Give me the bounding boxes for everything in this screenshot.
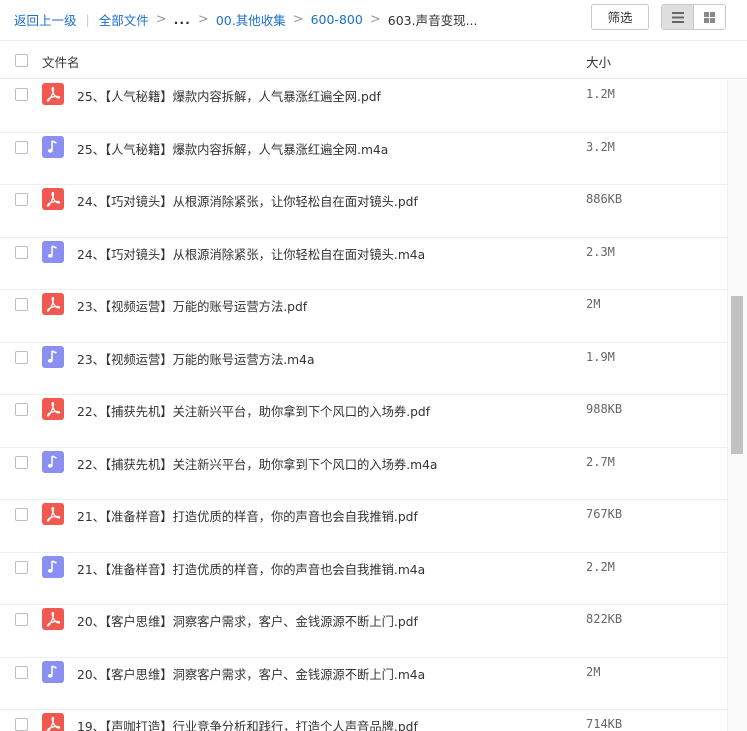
pdf-file-icon: [42, 293, 64, 315]
breadcrumb-item[interactable]: 600-800: [311, 12, 363, 27]
file-row[interactable]: 23、【视频运营】万能的账号运营方法.pdf 2M: [0, 290, 727, 343]
row-checkbox[interactable]: [15, 88, 28, 101]
file-name[interactable]: 25、【人气秘籍】爆款内容拆解，人气暴涨红遍全网.pdf: [77, 87, 381, 105]
row-checkbox[interactable]: [15, 140, 28, 154]
file-list: 25、【人气秘籍】爆款内容拆解，人气暴涨红遍全网.pdf 1.2M 25、【人气秘籍…: [0, 80, 727, 731]
file-size: 822KB: [586, 612, 623, 626]
audio-file-icon: [42, 345, 64, 368]
breadcrumb-current: 603.声音变现...: [387, 13, 478, 28]
file-size: 2M: [586, 297, 601, 311]
scrollbar-thumb[interactable]: [731, 296, 743, 454]
row-checkbox[interactable]: [15, 508, 28, 521]
file-row[interactable]: 25、【人气秘籍】爆款内容拆解，人气暴涨红遍全网.pdf 1.2M: [0, 80, 727, 133]
row-checkbox[interactable]: [15, 245, 28, 259]
file-row[interactable]: 25、【人气秘籍】爆款内容拆解，人气暴涨红遍全网.m4a 3.2M: [0, 133, 727, 185]
pdf-file-icon: [42, 713, 64, 731]
file-size: 988KB: [586, 402, 623, 416]
file-name[interactable]: 22、【捕获先机】关注新兴平台，助你拿到下个风口的入场券.pdf: [77, 402, 430, 420]
audio-file-icon: [42, 555, 64, 578]
pdf-file-icon: [42, 188, 64, 210]
file-size: 2.3M: [586, 244, 615, 259]
back-link[interactable]: 返回上一级: [14, 10, 77, 29]
breadcrumb-item[interactable]: 00.其他收集: [216, 10, 286, 29]
file-row[interactable]: 24、【巧对镜头】从根源消除紧张，让你轻松自在面对镜头.m4a 2.3M: [0, 238, 727, 290]
audio-file-icon: [42, 135, 64, 158]
file-row[interactable]: 22、【捕获先机】关注新兴平台，助你拿到下个风口的入场券.m4a 2.7M: [0, 448, 727, 500]
breadcrumb-ellipsis[interactable]: ...: [174, 12, 191, 27]
file-size: 1.9M: [586, 349, 615, 364]
pdf-file-icon: [42, 398, 64, 420]
column-header-name[interactable]: 文件名: [42, 52, 80, 71]
row-checkbox[interactable]: [15, 560, 28, 574]
chevron-right-icon: >: [197, 12, 209, 27]
list-view-button[interactable]: [662, 5, 693, 29]
row-checkbox[interactable]: [15, 613, 28, 626]
file-size: 886KB: [586, 192, 623, 206]
column-header-size[interactable]: 大小: [586, 52, 611, 71]
top-toolbar: 返回上一级 | 全部文件 > ... > 00.其他收集 > 600-800 >…: [0, 0, 747, 38]
file-name[interactable]: 23、【视频运营】万能的账号运营方法.pdf: [77, 297, 307, 315]
view-toggle: [661, 4, 726, 30]
audio-file-icon: [42, 240, 64, 263]
chevron-right-icon: >: [292, 12, 304, 27]
grid-view-icon: [704, 11, 715, 23]
file-name[interactable]: 24、【巧对镜头】从根源消除紧张，让你轻松自在面对镜头.pdf: [77, 192, 418, 210]
file-name[interactable]: 21、【准备样音】打造优质的样音，你的声音也会自我推销.m4a: [77, 560, 425, 578]
chevron-right-icon: >: [155, 12, 167, 27]
file-row[interactable]: 19、【声咖打造】行业竞争分析和践行，打造个人声音品牌.pdf 714KB: [0, 710, 727, 731]
pdf-file-icon: [42, 608, 64, 630]
file-row[interactable]: 22、【捕获先机】关注新兴平台，助你拿到下个风口的入场券.pdf 988KB: [0, 395, 727, 448]
list-header: 文件名 大小: [0, 40, 747, 79]
file-size: 3.2M: [586, 139, 615, 154]
file-size: 1.2M: [586, 87, 615, 101]
filter-button[interactable]: 筛选: [591, 4, 649, 30]
row-checkbox[interactable]: [15, 665, 28, 679]
file-size: 2.7M: [586, 454, 615, 469]
file-row[interactable]: 23、【视频运营】万能的账号运营方法.m4a 1.9M: [0, 343, 727, 395]
file-name[interactable]: 21、【准备样音】打造优质的样音，你的声音也会自我推销.pdf: [77, 507, 418, 525]
row-checkbox[interactable]: [15, 403, 28, 416]
file-name[interactable]: 23、【视频运营】万能的账号运营方法.m4a: [77, 350, 315, 368]
audio-file-icon: [42, 660, 64, 683]
select-all-checkbox[interactable]: [15, 54, 28, 67]
list-view-icon: [671, 11, 684, 23]
file-name[interactable]: 19、【声咖打造】行业竞争分析和践行，打造个人声音品牌.pdf: [77, 717, 418, 731]
file-name[interactable]: 22、【捕获先机】关注新兴平台，助你拿到下个风口的入场券.m4a: [77, 455, 437, 473]
row-checkbox[interactable]: [15, 350, 28, 364]
grid-view-button[interactable]: [693, 5, 725, 29]
pdf-file-icon: [42, 503, 64, 525]
breadcrumb: 返回上一级 | 全部文件 > ... > 00.其他收集 > 600-800 >…: [14, 10, 478, 29]
file-name[interactable]: 20、【客户思维】洞察客户需求，客户、金钱源源不断上门.m4a: [77, 665, 425, 683]
breadcrumb-divider: |: [85, 12, 90, 27]
file-size: 2M: [586, 664, 601, 679]
scrollbar[interactable]: [727, 80, 747, 731]
file-size: 714KB: [586, 717, 623, 731]
file-size: 767KB: [586, 507, 623, 521]
all-files-link[interactable]: 全部文件: [99, 10, 149, 29]
row-checkbox[interactable]: [15, 455, 28, 469]
file-row[interactable]: 24、【巧对镜头】从根源消除紧张，让你轻松自在面对镜头.pdf 886KB: [0, 185, 727, 238]
file-row[interactable]: 20、【客户思维】洞察客户需求，客户、金钱源源不断上门.m4a 2M: [0, 658, 727, 710]
file-name[interactable]: 20、【客户思维】洞察客户需求，客户、金钱源源不断上门.pdf: [77, 612, 418, 630]
row-checkbox[interactable]: [15, 718, 28, 731]
file-row[interactable]: 21、【准备样音】打造优质的样音，你的声音也会自我推销.m4a 2.2M: [0, 553, 727, 605]
row-checkbox[interactable]: [15, 298, 28, 311]
row-checkbox[interactable]: [15, 193, 28, 206]
file-name[interactable]: 25、【人气秘籍】爆款内容拆解，人气暴涨红遍全网.m4a: [77, 140, 388, 158]
pdf-file-icon: [42, 83, 64, 105]
file-row[interactable]: 20、【客户思维】洞察客户需求，客户、金钱源源不断上门.pdf 822KB: [0, 605, 727, 658]
file-name[interactable]: 24、【巧对镜头】从根源消除紧张，让你轻松自在面对镜头.m4a: [77, 245, 425, 263]
file-row[interactable]: 21、【准备样音】打造优质的样音，你的声音也会自我推销.pdf 767KB: [0, 500, 727, 553]
audio-file-icon: [42, 450, 64, 473]
file-size: 2.2M: [586, 559, 615, 574]
chevron-right-icon: >: [369, 12, 381, 27]
